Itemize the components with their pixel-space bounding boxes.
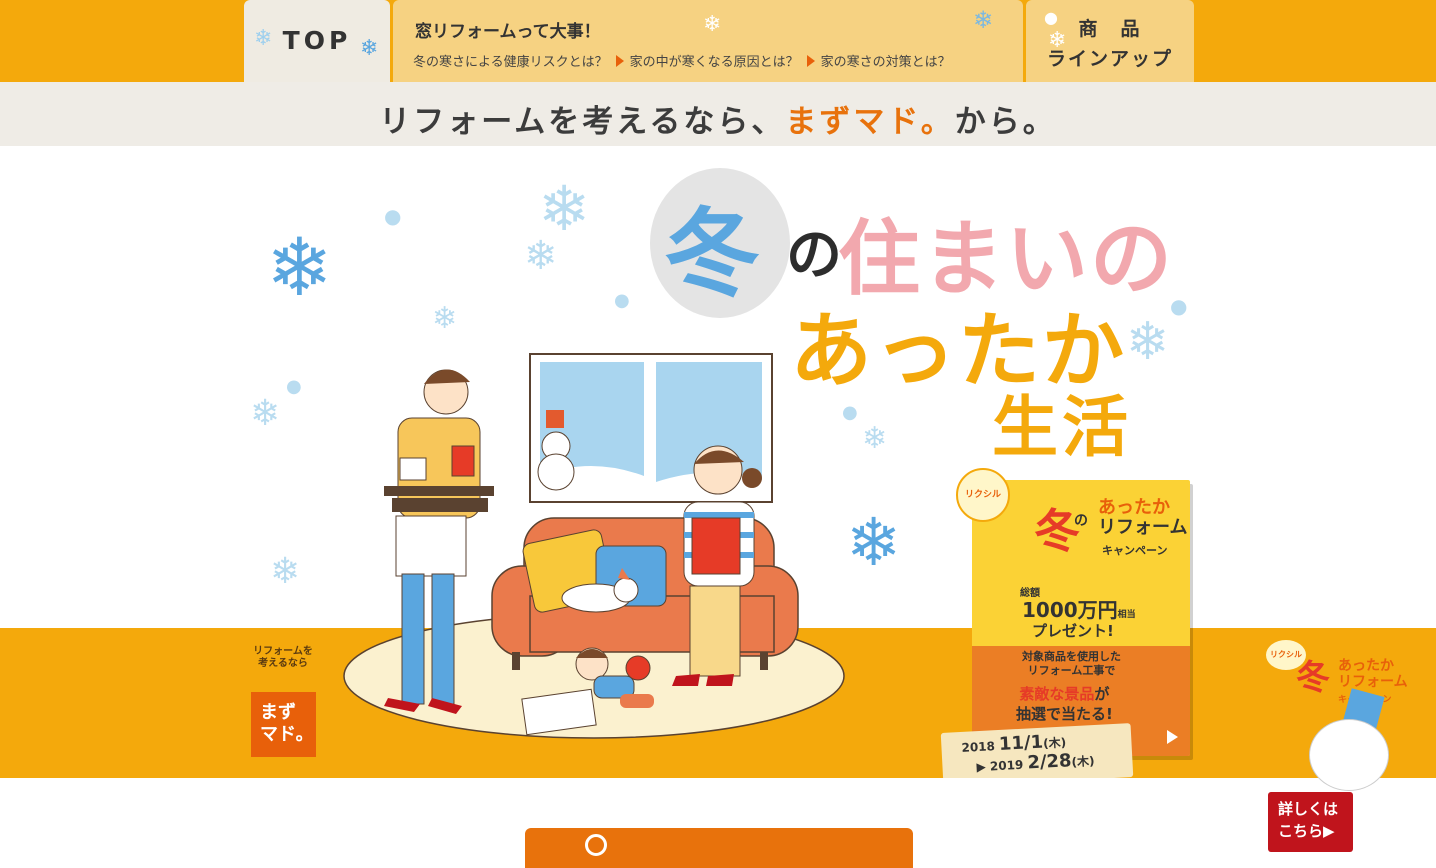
- tagline-before: リフォームを考えるなら、: [379, 104, 786, 140]
- campaign-card: 冬 あったか リフォーム の キャンペーン 総額 1000万円相当 プレゼント!…: [972, 480, 1190, 756]
- campaign-lixil-badge: リクシル: [956, 468, 1010, 522]
- campaign-desc-line1: 対象商品を使用した: [1022, 650, 1121, 663]
- logo-caption: リフォームを 考えるなら: [250, 646, 316, 670]
- date-start-dow: (木): [1042, 735, 1067, 751]
- tab-window-reform-title[interactable]: 窓リフォームって大事！: [415, 17, 601, 42]
- campaign-sub: キャンペーン: [1102, 544, 1168, 557]
- tagline-bar: リフォームを考えるなら、まずマド。から。: [0, 82, 1436, 146]
- campaign-banner[interactable]: 冬 あったか リフォーム の キャンペーン 総額 1000万円相当 プレゼント!…: [940, 468, 1192, 778]
- campaign-desc2: 素敵な景品が 抽選で当たる!: [1016, 684, 1113, 724]
- mazumado-logo[interactable]: まず マド。: [251, 692, 316, 757]
- products-line1: 商 品: [1078, 18, 1142, 40]
- play-arrow-icon: [1167, 730, 1178, 744]
- side-text-line2: リフォーム: [1338, 674, 1408, 690]
- more-line2: こちら▶: [1278, 822, 1335, 840]
- family-illustration: [343, 353, 845, 739]
- subnav-link-cold-measures[interactable]: 家の寒さの対策とは？: [821, 51, 951, 70]
- search-icon: [585, 834, 607, 856]
- products-line2: ラインアップ: [1046, 48, 1173, 70]
- campaign-no: の: [1074, 513, 1088, 529]
- more-line1: 詳しくは: [1278, 800, 1339, 818]
- subnav: 冬の寒さによる健康リスクとは？ 家の中が寒くなる原因とは？ 家の寒さの対策とは？: [413, 51, 951, 70]
- tab-product-lineup[interactable]: ● ❄ 商 品 ラインアップ: [1026, 0, 1194, 82]
- tagline-after: から。: [954, 104, 1057, 140]
- campaign-amount: 1000万円相当: [1022, 594, 1136, 623]
- campaign-amount-suffix: 相当: [1117, 610, 1136, 620]
- tagline-accent: まずマド。: [785, 104, 955, 140]
- subnav-link-cold-cause[interactable]: 家の中が寒くなる原因とは？: [630, 51, 799, 70]
- date-start-year: 2018: [961, 739, 996, 755]
- snowman-icon: [1310, 720, 1388, 790]
- logo-caption-line1: リフォームを: [253, 646, 313, 657]
- campaign-head-line1: あったか: [1098, 497, 1170, 518]
- arrow-right-icon: [806, 54, 815, 67]
- snowflake-icon: ❄: [973, 6, 994, 34]
- campaign-dates: 2018 11/1(木) ▶ 2019 2/28(木): [940, 723, 1134, 778]
- tab-top[interactable]: ❄ ❄ TOP: [244, 0, 390, 82]
- campaign-head-line2: リフォーム: [1098, 517, 1188, 538]
- campaign-desc-line2: リフォーム工事で: [1027, 664, 1116, 677]
- subnav-link-health-risk[interactable]: 冬の寒さによる健康リスクとは？: [413, 51, 608, 70]
- arrow-right-icon: [615, 54, 624, 67]
- side-fuyu: 冬: [1296, 658, 1330, 698]
- campaign-head: あったか リフォーム: [1098, 498, 1187, 538]
- campaign-desc: 対象商品を使用した リフォーム工事で: [1022, 650, 1121, 678]
- campaign-desc-red: 素敵な景品: [1019, 685, 1095, 703]
- campaign-amount-value: 1000万円: [1022, 598, 1118, 622]
- date-end-day: 2/28: [1026, 750, 1073, 774]
- global-nav: ❄ ❄ TOP ❄ ❄ 窓リフォームって大事！ 冬の寒さによる健康リスクとは？ …: [0, 0, 1436, 82]
- logo-box-line2: マド。: [260, 724, 314, 745]
- date-end-dow: (木): [1071, 754, 1095, 770]
- search-button[interactable]: [525, 828, 913, 868]
- tab-window-reform[interactable]: ❄ ❄ 窓リフォームって大事！ 冬の寒さによる健康リスクとは？ 家の中が寒くなる…: [393, 0, 1023, 82]
- side-campaign-badge[interactable]: リクシル 冬 あったか リフォーム キャンペーン: [1262, 636, 1434, 790]
- logo-box-line1: まず: [260, 702, 296, 723]
- tab-top-label: TOP: [282, 26, 352, 55]
- tab-product-lineup-label: 商 品 ラインアップ: [1026, 14, 1194, 74]
- date-end-year: 2019: [989, 757, 1024, 774]
- hero: ❄ ❄ ❄ ❄ ❄ ❄ ❄ ❄ ❄ ● ● ● ● ● 冬 の 住まいの あった…: [0, 146, 1436, 778]
- side-text-line1: あったか: [1338, 658, 1394, 674]
- tagline: リフォームを考えるなら、まずマド。から。: [0, 96, 1436, 141]
- snowflake-icon: ❄: [703, 12, 722, 37]
- campaign-desc-line4: 抽選で当たる!: [1016, 705, 1113, 723]
- campaign-present: プレゼント!: [1032, 622, 1114, 640]
- campaign-desc-rest: が: [1094, 685, 1110, 703]
- more-details-button[interactable]: 詳しくは こちら▶: [1268, 792, 1353, 852]
- logo-caption-line2: 考えるなら: [258, 658, 308, 669]
